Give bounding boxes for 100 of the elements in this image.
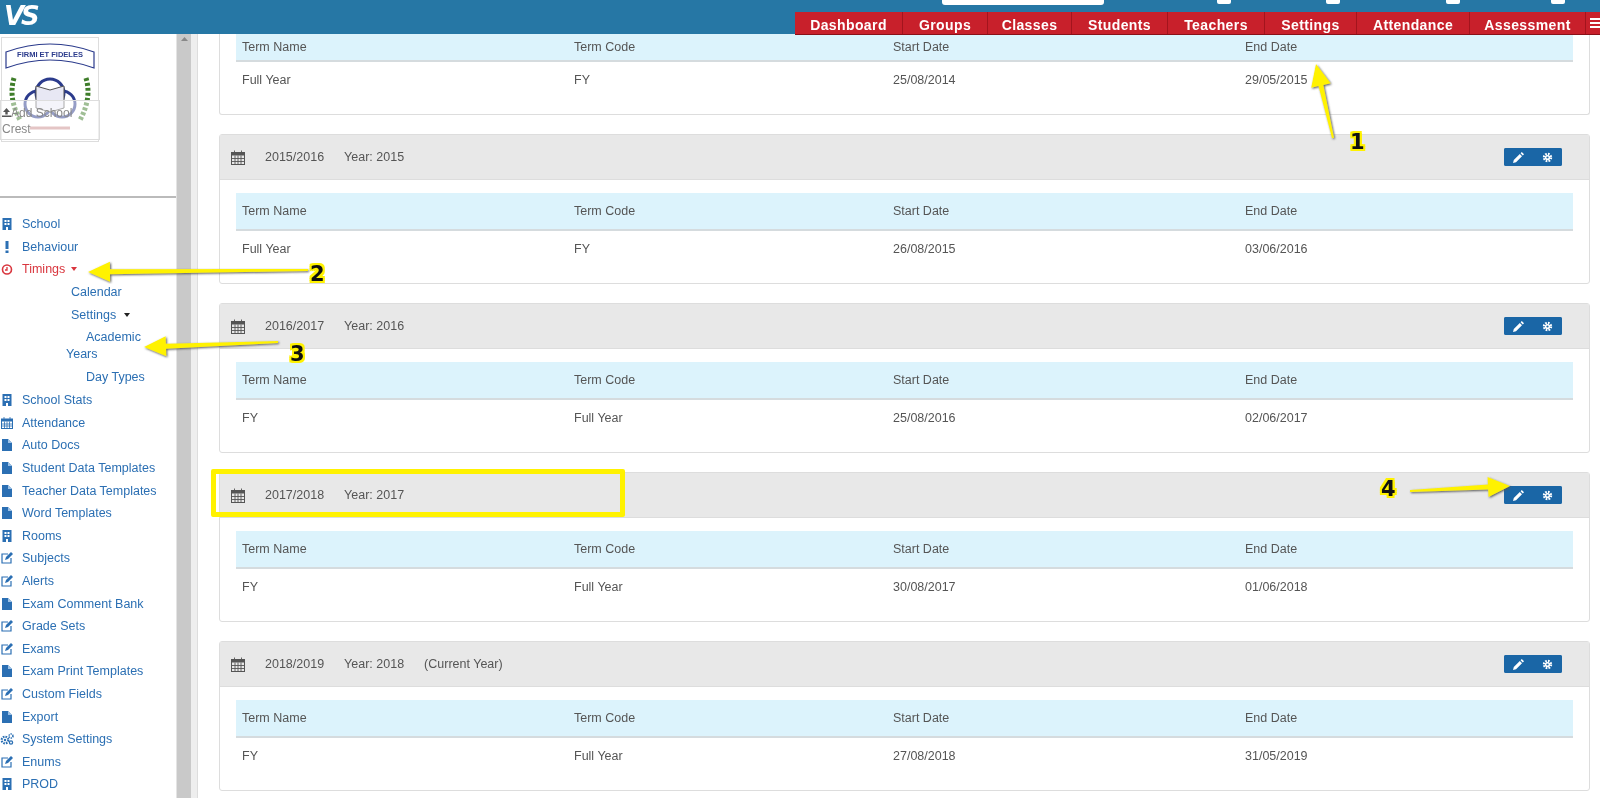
column-header: Start Date — [887, 193, 1239, 230]
table-cell: Full Year — [568, 399, 887, 435]
table-cell: 29/05/2015 — [1239, 61, 1573, 97]
sidebar-item[interactable]: Enums — [0, 750, 176, 774]
nav-tab[interactable]: Assessment — [1470, 12, 1586, 34]
annotation-number: 4 — [1381, 477, 1396, 501]
calendar-icon — [231, 487, 245, 503]
sidebar-item[interactable]: Teacher Data Templates — [0, 479, 176, 502]
calendar-icon — [231, 149, 245, 165]
table-cell: Full Year — [236, 61, 568, 97]
column-header: Start Date — [887, 34, 1239, 61]
nav-tab[interactable]: Settings — [1265, 12, 1357, 34]
column-header: Start Date — [887, 700, 1239, 737]
sidebar-item[interactable]: Exam Comment Bank — [0, 592, 176, 615]
upload-icon — [2, 108, 11, 117]
settings-icon — [1542, 489, 1553, 501]
sidebar-item[interactable]: Export — [0, 705, 176, 728]
sidebar-item[interactable]: School Stats — [0, 388, 176, 412]
sidebar-item[interactable]: Attendance — [0, 411, 176, 435]
settings-icon — [1542, 320, 1553, 332]
settings-icon — [1542, 151, 1553, 163]
sidebar-item[interactable]: Rooms — [0, 524, 176, 548]
sidebar-item[interactable]: System Settings — [0, 727, 176, 751]
table-cell: 27/08/2018 — [887, 737, 1239, 773]
calendar-icon — [0, 416, 14, 429]
nav-tab[interactable]: Teachers — [1168, 12, 1265, 34]
nav-tab[interactable]: Dashboard — [795, 12, 903, 34]
document-icon — [0, 484, 14, 497]
document-icon — [0, 507, 14, 520]
sidebar-subitem[interactable]: Academic Years — [0, 325, 158, 366]
table-cell: 25/08/2014 — [887, 61, 1239, 97]
app-logo[interactable]: VS — [4, 1, 37, 32]
edit-icon — [0, 620, 14, 633]
annotation-number: 1 — [1350, 130, 1365, 154]
sidebar-item[interactable]: Exam Print Templates — [0, 660, 176, 683]
table-cell: 01/06/2018 — [1239, 568, 1573, 604]
table-cell: FY — [568, 230, 887, 266]
sidebar-subitem[interactable]: Calendar — [0, 280, 176, 304]
nav-tab[interactable]: Classes — [988, 12, 1072, 34]
academic-year-name: 2017/2018 — [265, 488, 325, 502]
academic-year-name: 2016/2017 — [265, 319, 325, 333]
sidebar-item[interactable]: Subjects — [0, 547, 176, 570]
calendar-icon — [231, 656, 245, 672]
sidebar-item[interactable]: Exams — [0, 637, 176, 661]
sidebar-subitem[interactable]: Day Types — [0, 365, 158, 389]
sidebar-subitem[interactable]: Settings — [0, 303, 176, 326]
column-header: End Date — [1239, 700, 1573, 737]
document-icon — [0, 462, 14, 475]
sidebar-item[interactable]: Grade Sets — [0, 614, 176, 638]
column-header: Term Name — [236, 34, 568, 61]
sidebar-item[interactable]: Alerts — [0, 569, 176, 593]
table-cell: 02/06/2017 — [1239, 399, 1573, 435]
pencil-icon — [1513, 151, 1524, 163]
settings-icon — [1542, 658, 1553, 670]
table-cell: 25/08/2016 — [887, 399, 1239, 435]
sidebar-item[interactable]: Auto Docs — [0, 434, 176, 457]
column-header: Term Code — [568, 193, 887, 230]
edit-icon — [0, 755, 14, 768]
year-label: Year: 2017 — [344, 488, 405, 502]
sidebar-item[interactable]: Behaviour — [0, 235, 176, 259]
table-cell: Full Year — [568, 568, 887, 604]
pencil-icon — [1513, 489, 1524, 501]
scrollbar[interactable] — [176, 34, 191, 798]
year-label: Year: 2015 — [344, 150, 405, 164]
academic-year-name: 2015/2016 — [265, 150, 325, 164]
column-header: End Date — [1239, 531, 1573, 568]
calendar-icon — [231, 318, 245, 334]
nav-tab[interactable]: Attendance — [1357, 12, 1470, 34]
sidebar-item[interactable]: Timings — [0, 258, 176, 281]
year-label: Year: 2018 — [344, 657, 405, 671]
clock-icon — [0, 264, 14, 275]
column-header: Start Date — [887, 362, 1239, 399]
column-header: Term Code — [568, 700, 887, 737]
year-label: Year: 2016 — [344, 319, 405, 333]
cogs-icon — [0, 733, 14, 746]
pencil-icon — [1513, 320, 1524, 332]
sidebar-item[interactable]: School — [0, 213, 176, 236]
table-cell: 31/05/2019 — [1239, 737, 1573, 773]
table-cell: FY — [236, 737, 568, 773]
nav-tab[interactable]: Students — [1072, 12, 1168, 34]
column-header: Term Name — [236, 531, 568, 568]
column-header: Term Code — [568, 531, 887, 568]
sidebar-item[interactable]: PROD — [0, 773, 176, 796]
edit-icon — [0, 552, 14, 565]
column-header: Start Date — [887, 531, 1239, 568]
edit-icon — [0, 642, 14, 655]
sidebar-item[interactable]: Student Data Templates — [0, 456, 176, 480]
sidebar-item[interactable]: Custom Fields — [0, 682, 176, 706]
sidebar-item[interactable]: Word Templates — [0, 501, 176, 525]
pencil-icon — [1513, 658, 1524, 670]
document-icon — [0, 597, 14, 610]
document-icon — [0, 665, 14, 678]
table-cell: FY — [568, 61, 887, 97]
nav-tab[interactable]: Groups — [903, 12, 988, 34]
edit-icon — [0, 688, 14, 700]
table-cell: 26/08/2015 — [887, 230, 1239, 266]
column-header: Term Name — [236, 193, 568, 230]
column-header: End Date — [1239, 193, 1573, 230]
document-icon — [0, 710, 14, 723]
table-cell: FY — [236, 568, 568, 604]
